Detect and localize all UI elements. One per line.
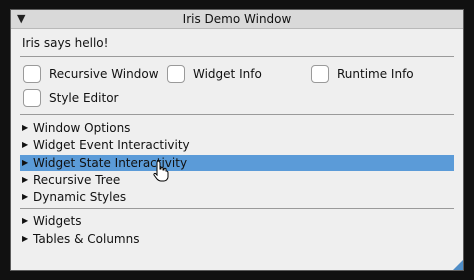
checkbox-widget-info[interactable]: Widget Info [167, 65, 262, 83]
window-title: Iris Demo Window [182, 12, 292, 26]
checkbox-label: Runtime Info [337, 67, 414, 81]
checkbox-label: Widget Info [193, 67, 262, 81]
tree-node-widget-event-interactivity[interactable]: ▶ Widget Event Interactivity [20, 137, 454, 153]
tree-node-window-options[interactable]: ▶ Window Options [20, 120, 454, 136]
checkbox-box[interactable] [311, 65, 329, 83]
expand-triangle-icon: ▶ [22, 192, 29, 201]
tree-node-label: Tables & Columns [33, 232, 140, 246]
separator [20, 114, 454, 115]
window-titlebar[interactable]: ▼ Iris Demo Window [11, 10, 463, 29]
tree-node-widgets[interactable]: ▶ Widgets [20, 213, 454, 229]
tree-node-tables-columns[interactable]: ▶ Tables & Columns [20, 231, 454, 247]
tree-node-dynamic-styles[interactable]: ▶ Dynamic Styles [20, 189, 454, 205]
checkbox-recursive-window[interactable]: Recursive Window [23, 65, 159, 83]
expand-triangle-icon: ▶ [22, 158, 29, 167]
expand-triangle-icon: ▶ [22, 234, 29, 243]
separator [20, 208, 454, 209]
checkbox-box[interactable] [167, 65, 185, 83]
checkbox-style-editor[interactable]: Style Editor [23, 89, 118, 107]
checkbox-box[interactable] [23, 89, 41, 107]
separator [20, 56, 454, 57]
tree-node-label: Dynamic Styles [33, 190, 127, 204]
tree-node-label: Window Options [33, 121, 131, 135]
resize-grip[interactable] [453, 260, 463, 270]
hand-pointer-icon [153, 160, 169, 182]
checkbox-runtime-info[interactable]: Runtime Info [311, 65, 414, 83]
tree-node-label: Widget Event Interactivity [33, 138, 190, 152]
tree-node-recursive-tree[interactable]: ▶ Recursive Tree [20, 172, 454, 188]
expand-triangle-icon: ▶ [22, 140, 29, 149]
tree-node-widget-state-interactivity[interactable]: ▶ Widget State Interactivity [20, 155, 454, 171]
iris-demo-window: ▼ Iris Demo Window Iris says hello! Recu… [10, 9, 464, 271]
checkbox-label: Recursive Window [49, 67, 159, 81]
hello-text: Iris says hello! [22, 36, 109, 50]
expand-triangle-icon: ▶ [22, 175, 29, 184]
tree-node-label: Recursive Tree [33, 173, 121, 187]
checkbox-box[interactable] [23, 65, 41, 83]
checkbox-label: Style Editor [49, 91, 119, 105]
expand-triangle-icon: ▶ [22, 216, 29, 225]
tree-node-label: Widgets [33, 214, 82, 228]
expand-triangle-icon: ▶ [22, 123, 29, 132]
